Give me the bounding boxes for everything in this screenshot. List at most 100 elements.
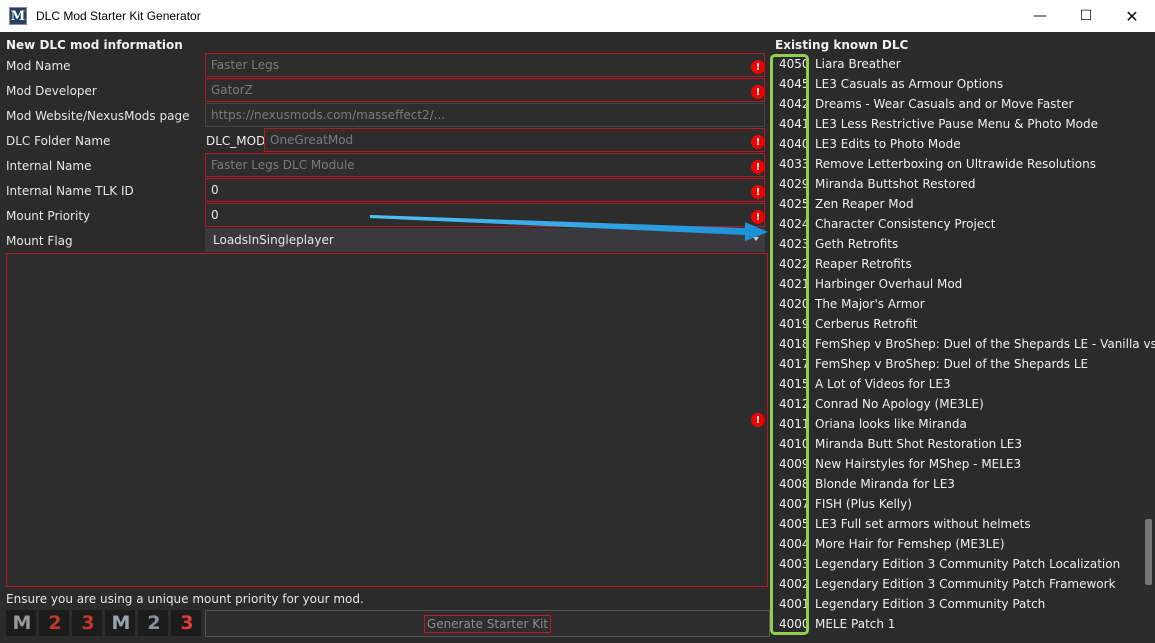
list-item[interactable]: 4022 Reaper Retrofits (773, 254, 912, 274)
list-item[interactable]: 4008 Blonde Miranda for LE3 (773, 474, 955, 494)
list-item[interactable]: 4050 Liara Breather (773, 54, 901, 74)
list-item[interactable]: 4033 Remove Letterboxing on Ultrawide Res… (773, 154, 1096, 174)
dlc-name: Reaper Retrofits (815, 257, 912, 271)
list-item[interactable]: 4015 A Lot of Videos for LE3 (773, 374, 951, 394)
existing-dlc-heading: Existing known DLC (775, 38, 909, 52)
list-item[interactable]: 4009 New Hairstyles for MShep - MELE3 (773, 454, 1021, 474)
internal-name-label: Internal Name (6, 159, 92, 173)
mount-flag-label: Mount Flag (6, 234, 73, 248)
list-item[interactable]: 4042 Dreams - Wear Casuals and or Move Fa… (773, 94, 1073, 114)
list-item[interactable]: 4040 LE3 Edits to Photo Mode (773, 134, 961, 154)
existing-dlc-list[interactable]: 4050 Liara Breather 4045 LE3 Casuals as Arm… (773, 54, 1155, 640)
list-item[interactable]: 4010 Miranda Butt Shot Restoration LE3 (773, 434, 1022, 454)
dlc-id: 4041 (779, 117, 810, 131)
mod-developer-input[interactable]: GatorZ (205, 78, 765, 102)
list-item[interactable]: 4000 MELE Patch 1 (773, 614, 895, 634)
dlc-name: Legendary Edition 3 Community Patch Loca… (815, 557, 1121, 571)
list-item[interactable]: 4021 Harbinger Overhaul Mod (773, 274, 962, 294)
le1-logo: M (105, 610, 135, 636)
dlc-name: More Hair for Femshep (ME3LE) (815, 537, 1005, 551)
list-item[interactable]: 4045 LE3 Casuals as Armour Options (773, 74, 1003, 94)
dlc-name: Character Consistency Project (815, 217, 996, 231)
maximize-button[interactable]: ☐ (1063, 0, 1109, 32)
dlc-id: 4003 (779, 557, 810, 571)
dlc-name: MELE Patch 1 (815, 617, 896, 631)
list-item[interactable]: 4019 Cerberus Retrofit (773, 314, 917, 334)
dlc-folder-input[interactable]: OneGreatMod (264, 128, 765, 152)
list-item[interactable]: 4004 More Hair for Femshep (ME3LE) (773, 534, 1005, 554)
description-textarea[interactable] (6, 253, 768, 587)
dlc-name: Legendary Edition 3 Community Patch Fram… (815, 577, 1116, 591)
list-item[interactable]: 4007 FISH (Plus Kelly) (773, 494, 912, 514)
list-item[interactable]: 4024 Character Consistency Project (773, 214, 996, 234)
list-item[interactable]: 4005 LE3 Full set armors without helmets (773, 514, 1031, 534)
existing-dlc-panel: Existing known DLC 4050 Liara Breather 404… (770, 32, 1155, 643)
tlk-id-label: Internal Name TLK ID (6, 184, 134, 198)
list-item[interactable]: 4011 Oriana looks like Miranda (773, 414, 967, 434)
dlc-id: 4023 (779, 237, 810, 251)
dlc-id: 4024 (779, 217, 810, 231)
dlc-id: 4012 (779, 397, 810, 411)
dlc-folder-error-icon: ! (751, 135, 765, 149)
minimize-button[interactable]: — (1017, 0, 1063, 32)
me3-logo: 3 (72, 610, 102, 636)
dlc-name: FISH (Plus Kelly) (815, 497, 912, 511)
list-item[interactable]: 4003 Legendary Edition 3 Community Patch … (773, 554, 1120, 574)
dlc-id: 4000 (779, 617, 810, 631)
list-item[interactable]: 4041 LE3 Less Restrictive Pause Menu & Ph… (773, 114, 1098, 134)
list-item[interactable]: 4012 Conrad No Apology (ME3LE) (773, 394, 984, 414)
dlc-id: 4015 (779, 377, 810, 391)
mod-developer-label: Mod Developer (6, 84, 97, 98)
mount-priority-input[interactable]: 0 (205, 203, 765, 227)
list-item[interactable]: 4025 Zen Reaper Mod (773, 194, 914, 214)
mount-flag-value: LoadsInSingleplayer (213, 233, 334, 247)
dlc-name: Cerberus Retrofit (815, 317, 918, 331)
dlc-name: LE3 Less Restrictive Pause Menu & Photo … (815, 117, 1099, 131)
mod-developer-error-icon: ! (751, 85, 765, 99)
dlc-id: 4005 (779, 517, 810, 531)
window-controls: — ☐ ✕ (1017, 0, 1155, 32)
dlc-name: Harbinger Overhaul Mod (815, 277, 963, 291)
dlc-name: New Hairstyles for MShep - MELE3 (815, 457, 1022, 471)
list-item[interactable]: 4002 Legendary Edition 3 Community Patch … (773, 574, 1116, 594)
dlc-id: 4022 (779, 257, 810, 271)
dlc-id: 4019 (779, 317, 810, 331)
list-item[interactable]: 4018 FemShep v BroShep: Duel of the Shepa… (773, 334, 1155, 354)
dlc-name: Miranda Butt Shot Restoration LE3 (815, 437, 1022, 451)
dlc-id: 4001 (779, 597, 810, 611)
generate-starter-kit-button[interactable]: Generate Starter Kit (423, 614, 552, 633)
dlc-name: FemShep v BroShep: Duel of the Shepards … (815, 337, 1155, 351)
dlc-name: Conrad No Apology (ME3LE) (815, 397, 984, 411)
mod-website-input[interactable]: https://nexusmods.com/masseffect2/... (205, 103, 765, 127)
dlc-name: The Major's Armor (815, 297, 925, 311)
internal-name-input[interactable]: Faster Legs DLC Module (205, 153, 765, 177)
mod-info-heading: New DLC mod information (6, 38, 183, 52)
list-item[interactable]: 4029 Miranda Buttshot Restored (773, 174, 975, 194)
tlk-id-input[interactable]: 0 (205, 178, 765, 202)
dlc-id: 4018 (779, 337, 810, 351)
dlc-name: Geth Retrofits (815, 237, 899, 251)
app-icon: M (9, 7, 27, 25)
list-scrollbar[interactable] (1145, 519, 1152, 585)
dlc-id: 4008 (779, 477, 810, 491)
dlc-name: A Lot of Videos for LE3 (815, 377, 951, 391)
mount-flag-dropdown[interactable]: LoadsInSingleplayer (205, 228, 765, 252)
le2-logo: 2 (138, 610, 168, 636)
dlc-name: Zen Reaper Mod (815, 197, 914, 211)
dlc-folder-prefix: DLC_MOD_ (206, 134, 272, 148)
list-item[interactable]: 4023 Geth Retrofits (773, 234, 898, 254)
dlc-name: Oriana looks like Miranda (815, 417, 967, 431)
dlc-name: Remove Letterboxing on Ultrawide Resolut… (815, 157, 1096, 171)
list-item[interactable]: 4020 The Major's Armor (773, 294, 925, 314)
me2-logo: 2 (39, 610, 69, 636)
dlc-id: 4010 (779, 437, 810, 451)
dlc-id: 4002 (779, 577, 810, 591)
dlc-id: 4040 (779, 137, 810, 151)
mount-priority-error-icon: ! (751, 210, 765, 224)
list-item[interactable]: 4001 Legendary Edition 3 Community Patch (773, 594, 1045, 614)
mod-name-input[interactable]: Faster Legs (205, 53, 765, 77)
dlc-id: 4033 (779, 157, 810, 171)
list-item[interactable]: 4017 FemShep v BroShep: Duel of the Shepa… (773, 354, 1088, 374)
close-button[interactable]: ✕ (1109, 0, 1155, 32)
dlc-name: FemShep v BroShep: Duel of the Shepards … (815, 357, 1089, 371)
